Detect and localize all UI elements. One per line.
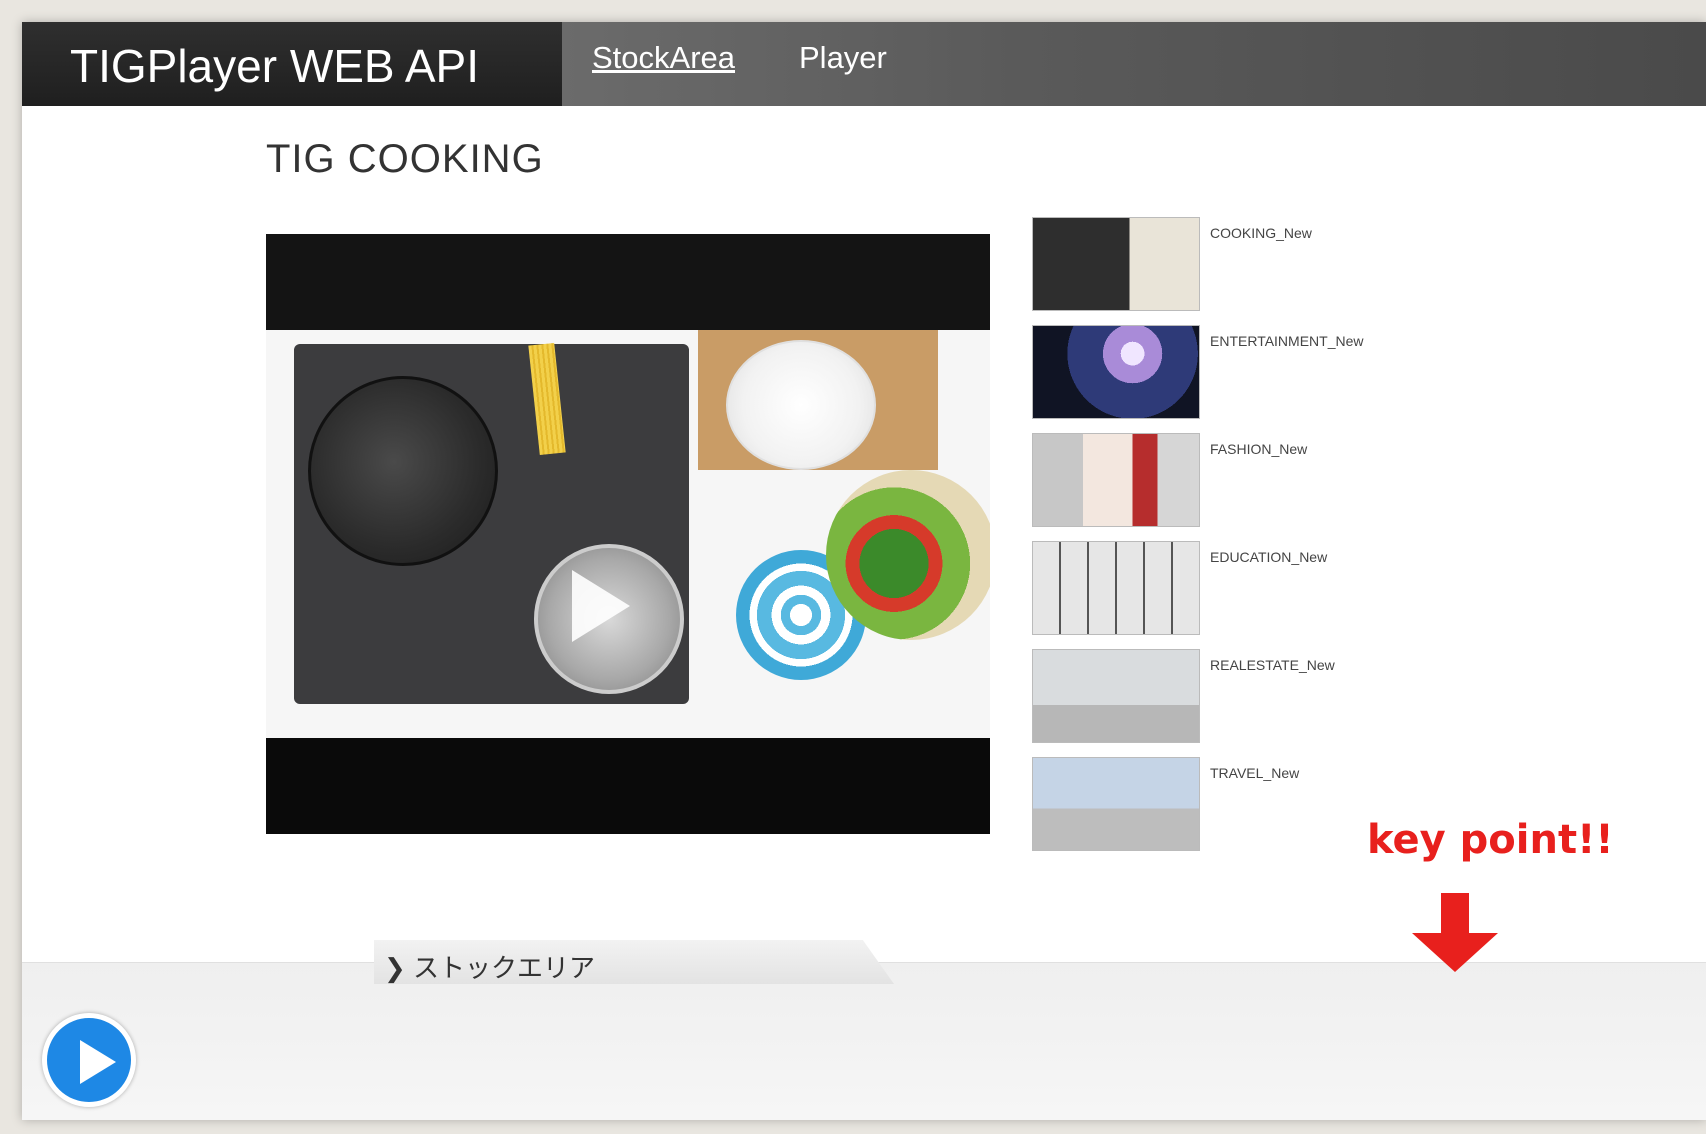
playlist-item-entertainment[interactable]: ENTERTAINMENT_New [1032, 325, 1432, 419]
playlist-item-label[interactable]: REALESTATE_New [1210, 657, 1335, 673]
floating-play-button[interactable] [42, 1013, 136, 1107]
video-letterbox-bottom [266, 738, 990, 834]
thumbnail[interactable] [1032, 217, 1200, 311]
stock-area-tab-label[interactable]: ❯ ストックエリア [384, 948, 595, 985]
flour-bowl [726, 340, 876, 470]
playlist-item-label[interactable]: FASHION_New [1210, 441, 1307, 457]
chevron-right-icon: ❯ [384, 953, 406, 983]
thumbnail[interactable] [1032, 649, 1200, 743]
thumbnail[interactable] [1032, 325, 1200, 419]
playlist-item-fashion[interactable]: FASHION_New [1032, 433, 1432, 527]
brand-title[interactable]: TIGPlayer WEB API [22, 22, 562, 106]
playlist-item-label[interactable]: EDUCATION_New [1210, 549, 1327, 565]
playlist-item-label[interactable]: COOKING_New [1210, 225, 1312, 241]
video-frame[interactable] [266, 330, 990, 738]
video-player[interactable] [266, 234, 990, 834]
page-title: TIG COOKING [266, 137, 544, 181]
playlist-item-label[interactable]: TRAVEL_New [1210, 765, 1299, 781]
key-point-annotation: key point!! [1367, 817, 1614, 863]
video-letterbox-top [266, 234, 990, 330]
playlist-item-cooking[interactable]: COOKING_New [1032, 217, 1432, 311]
stock-area-panel[interactable] [22, 962, 1706, 1120]
thumbnail[interactable] [1032, 757, 1200, 851]
frying-pan [308, 376, 498, 566]
vegetables [826, 470, 990, 640]
playlist-item-realestate[interactable]: REALESTATE_New [1032, 649, 1432, 743]
thumbnail[interactable] [1032, 433, 1200, 527]
pasta [528, 342, 566, 456]
nav-link-player[interactable]: Player [799, 38, 887, 78]
playlist-item-education[interactable]: EDUCATION_New [1032, 541, 1432, 635]
top-navbar: TIGPlayer WEB API StockArea Player [22, 22, 1706, 106]
nav-link-stockarea[interactable]: StockArea [592, 38, 735, 78]
playlist-item-label[interactable]: ENTERTAINMENT_New [1210, 333, 1364, 349]
thumbnail[interactable] [1032, 541, 1200, 635]
stove [294, 342, 689, 704]
down-arrow-icon-head [1412, 933, 1498, 972]
down-arrow-icon [1441, 893, 1469, 933]
play-icon[interactable] [572, 570, 630, 642]
stock-area-label: ストックエリア [413, 953, 596, 983]
play-icon [80, 1040, 116, 1084]
